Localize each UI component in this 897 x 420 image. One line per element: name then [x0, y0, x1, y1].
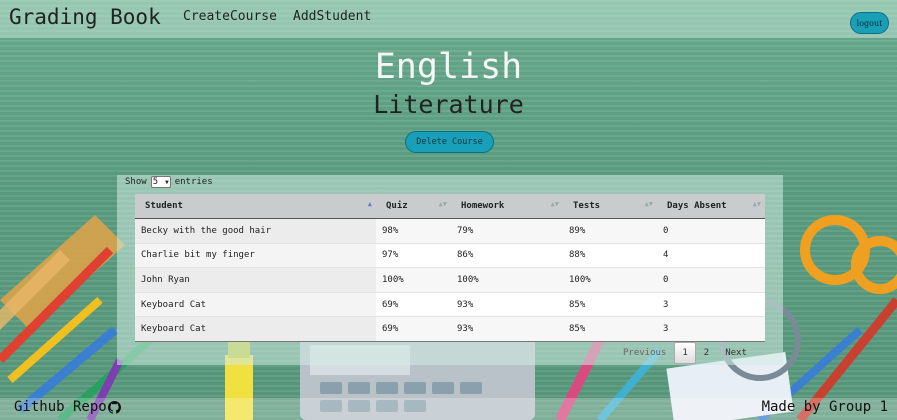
cell-student: Becky with the good hair — [135, 218, 376, 244]
github-repo-label: Github Repo — [14, 399, 107, 415]
footer-credit: Made by Group 1 — [761, 399, 888, 415]
table-header-row: Student ▲ Quiz ▲▼ Homework ▲▼ Tests ▲▼ Days … — [135, 194, 765, 219]
cell-student: Keyboard Cat — [135, 316, 376, 342]
logout-button[interactable]: logout — [850, 12, 889, 34]
page-size-select[interactable]: 5 ▼ — [150, 176, 171, 188]
entries-label: entries — [174, 177, 213, 187]
cell-tests: 85% — [563, 291, 657, 317]
cell-homework: 100% — [451, 267, 563, 293]
cell-student: John Ryan — [135, 267, 376, 293]
cell-quiz: 69% — [376, 291, 451, 317]
cell-quiz: 69% — [376, 316, 451, 342]
cell-student: Charlie bit my finger — [135, 242, 376, 268]
cell-homework: 93% — [451, 291, 563, 317]
page-button-2[interactable]: 2 — [696, 342, 717, 364]
nav-create-course[interactable]: CreateCourse — [183, 9, 277, 24]
cell-days-absent: 4 — [657, 242, 765, 268]
cell-tests: 88% — [563, 242, 657, 268]
show-label: Show — [125, 177, 147, 187]
cell-homework: 86% — [451, 242, 563, 268]
cell-days-absent: 0 — [657, 218, 765, 244]
table-row: Keyboard Cat 69% 93% 85% 3 — [135, 291, 765, 317]
sort-icon: ▲▼ — [752, 200, 761, 208]
course-subtitle: Literature — [373, 90, 524, 119]
next-page-button[interactable]: Next — [717, 342, 755, 364]
github-icon — [107, 400, 121, 414]
page-button-1[interactable]: 1 — [674, 342, 696, 364]
cell-tests: 85% — [563, 316, 657, 342]
cell-tests: 89% — [563, 218, 657, 244]
column-header-student[interactable]: Student ▲ — [135, 194, 376, 219]
cell-student: Keyboard Cat — [135, 291, 376, 317]
cell-days-absent: 3 — [657, 316, 765, 342]
sort-icon: ▲▼ — [550, 200, 559, 208]
column-header-homework[interactable]: Homework ▲▼ — [451, 194, 563, 219]
app-brand[interactable]: Grading Book — [9, 5, 161, 29]
table-row: Keyboard Cat 69% 93% 85% 3 — [135, 316, 765, 342]
previous-page-button[interactable]: Previous — [615, 342, 674, 364]
sort-icon: ▲▼ — [438, 200, 447, 208]
cell-tests: 100% — [563, 267, 657, 293]
cell-homework: 79% — [451, 218, 563, 244]
pagination: Previous 1 2 Next — [615, 342, 755, 364]
cell-days-absent: 3 — [657, 291, 765, 317]
sort-asc-icon: ▲ — [367, 200, 372, 208]
nav-add-student[interactable]: AddStudent — [293, 9, 371, 24]
github-repo-link[interactable]: Github Repo — [14, 399, 121, 415]
chevron-down-icon: ▼ — [165, 178, 169, 186]
cell-quiz: 98% — [376, 218, 451, 244]
sort-icon: ▲▼ — [644, 200, 653, 208]
page-size-control: Show 5 ▼ entries — [125, 176, 213, 188]
column-header-quiz[interactable]: Quiz ▲▼ — [376, 194, 451, 219]
table-row: Becky with the good hair 98% 79% 89% 0 — [135, 218, 765, 244]
cell-homework: 93% — [451, 316, 563, 342]
grades-table: Student ▲ Quiz ▲▼ Homework ▲▼ Tests ▲▼ Days … — [135, 194, 765, 342]
delete-course-button[interactable]: Delete Course — [405, 131, 494, 153]
table-row: John Ryan 100% 100% 100% 0 — [135, 267, 765, 293]
page-size-value: 5 — [152, 177, 159, 187]
cell-quiz: 97% — [376, 242, 451, 268]
cell-quiz: 100% — [376, 267, 451, 293]
column-header-days-absent[interactable]: Days Absent ▲▼ — [657, 194, 765, 219]
course-title: English — [374, 47, 523, 87]
table-row: Charlie bit my finger 97% 86% 88% 4 — [135, 242, 765, 268]
cell-days-absent: 0 — [657, 267, 765, 293]
column-header-tests[interactable]: Tests ▲▼ — [563, 194, 657, 219]
